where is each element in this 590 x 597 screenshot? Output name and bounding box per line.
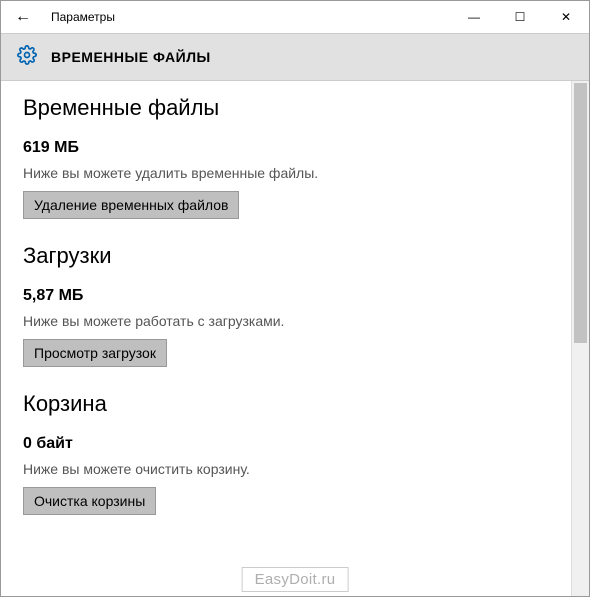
section-heading-downloads: Загрузки <box>23 243 549 269</box>
bin-desc: Ниже вы можете очистить корзину. <box>23 461 549 477</box>
downloads-size: 5,87 МБ <box>23 287 549 305</box>
section-downloads: Загрузки 5,87 МБ Ниже вы можете работать… <box>23 243 549 367</box>
back-button[interactable]: ← <box>11 5 35 29</box>
app-title: Параметры <box>45 10 115 24</box>
window-controls: — ☐ ✕ <box>451 1 589 33</box>
minimize-button[interactable]: — <box>451 1 497 33</box>
section-temp-files: Временные файлы 619 МБ Ниже вы можете уд… <box>23 95 549 219</box>
page-header: ВРЕМЕННЫЕ ФАЙЛЫ <box>1 33 589 81</box>
temp-size: 619 МБ <box>23 139 549 157</box>
watermark: EasyDoit.ru <box>242 567 349 592</box>
close-button[interactable]: ✕ <box>543 1 589 33</box>
bin-size: 0 байт <box>23 435 549 453</box>
delete-temp-files-button[interactable]: Удаление временных файлов <box>23 191 239 219</box>
titlebar: ← Параметры — ☐ ✕ <box>1 1 589 33</box>
view-downloads-button[interactable]: Просмотр загрузок <box>23 339 167 367</box>
page-title: ВРЕМЕННЫЕ ФАЙЛЫ <box>51 49 211 65</box>
scrollbar-thumb[interactable] <box>574 83 587 343</box>
temp-desc: Ниже вы можете удалить временные файлы. <box>23 165 549 181</box>
section-heading-bin: Корзина <box>23 391 549 417</box>
section-heading-temp: Временные файлы <box>23 95 549 121</box>
empty-bin-button[interactable]: Очистка корзины <box>23 487 156 515</box>
scrollbar[interactable] <box>571 81 589 596</box>
content: Временные файлы 619 МБ Ниже вы можете уд… <box>1 81 571 596</box>
titlebar-left: ← Параметры <box>11 5 115 29</box>
section-recycle-bin: Корзина 0 байт Ниже вы можете очистить к… <box>23 391 549 515</box>
content-wrap: Временные файлы 619 МБ Ниже вы можете уд… <box>1 81 589 596</box>
maximize-button[interactable]: ☐ <box>497 1 543 33</box>
gear-icon <box>17 45 37 70</box>
downloads-desc: Ниже вы можете работать с загрузками. <box>23 313 549 329</box>
